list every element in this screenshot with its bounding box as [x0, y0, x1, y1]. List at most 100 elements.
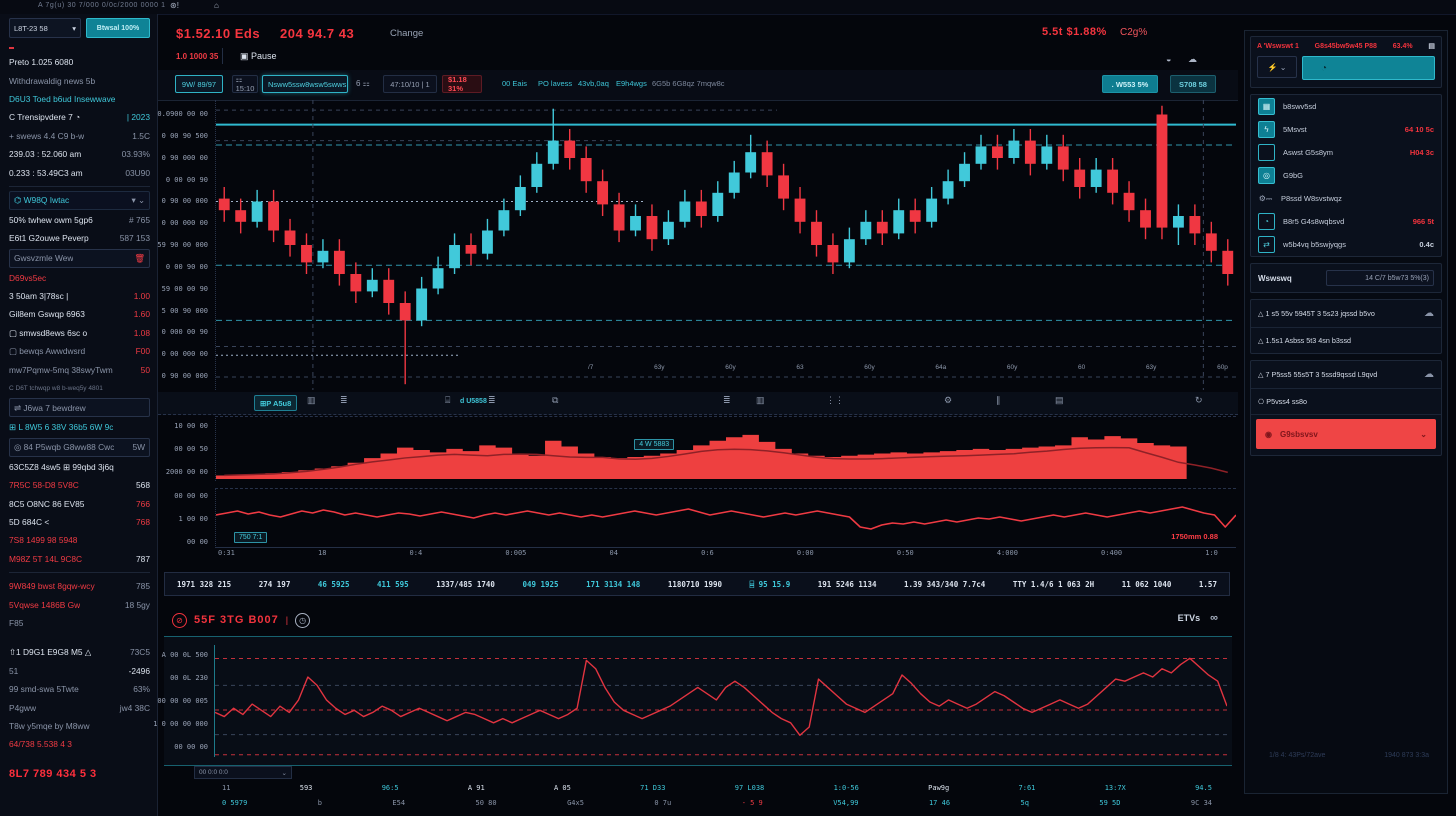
search-input[interactable]: Nsww5ssw8wsw5swws [262, 75, 348, 93]
toolbar-link-grey[interactable]: 6G5b 6G8qz 7mqw8c [652, 79, 725, 88]
bolt-dropdown-button[interactable]: ⚡ ⌄ [1257, 56, 1297, 78]
toolbar-icon-10[interactable]: ▤ [1055, 395, 1064, 406]
connection-status-dropdown[interactable]: ◉ G9sbsvsv ⌄ [1256, 419, 1436, 449]
clock-icon[interactable]: ◷ [295, 613, 310, 628]
sidebar-divider [9, 186, 150, 187]
range-button[interactable]: 47:10/10 | 1 [383, 75, 437, 93]
list-item-icon: ◎ [1258, 167, 1275, 184]
sidebar-row: 7R5C 58-D8 5V8C568 [9, 476, 150, 494]
footer-tick: 17 46 [929, 799, 950, 807]
indicator-badge[interactable]: ⊞P A5u8 [254, 395, 297, 411]
inline-tick: 63 [796, 364, 803, 371]
cloud-icon[interactable]: ☁ [1188, 54, 1197, 65]
watch-list-item[interactable]: Aswst G5s8ymH04 3c [1251, 141, 1441, 164]
toolbar-icon-11[interactable]: ↻ [1195, 395, 1203, 406]
sidebar-row-label: M98Z 5T 14L 9C8C [9, 554, 82, 564]
oscillator-title: 55F 3TG B007 [194, 614, 279, 626]
toolbar-link-3[interactable]: 43vb,0aq [578, 79, 609, 88]
strip-item: 274 197 [259, 580, 291, 589]
infinity-icon[interactable]: ∞ [1210, 612, 1218, 624]
toolbar-link-2[interactable]: PO lavess [538, 79, 572, 88]
sidebar-row-value: 1.00 [134, 291, 150, 301]
watch-list-item[interactable]: ▦b8swv5sd [1251, 95, 1441, 118]
sidebar-row-value: 787 [136, 554, 150, 564]
watch-list-item[interactable]: ϟ5Msvst64 10 5c [1251, 118, 1441, 141]
list-item-label: P8ssd W8svstwqz [1281, 194, 1342, 203]
indicator-label[interactable]: d U5858 [460, 398, 487, 405]
toolbar-icon-8[interactable]: ⚙ [944, 395, 952, 406]
pause-button[interactable]: ▣ Pause [240, 51, 277, 62]
interval-button[interactable]: ⚏ 15:10 [232, 75, 258, 93]
watch-list-item[interactable]: ⚙⎓ P8ssd W8svstwqz [1251, 187, 1441, 210]
error-row[interactable]: ⎔ P5vss4 ss8o [1251, 389, 1441, 415]
strip-item: 1180710 1990 [668, 580, 722, 589]
warning-input[interactable]: 14 C/7 b5w73 5%(3) [1326, 270, 1434, 286]
footer-range-select[interactable]: 00 0:0 0:0 ⌄ [194, 766, 292, 779]
time-axis-label: 1:0 [1205, 549, 1218, 557]
sell-button[interactable]: $1.18 31% [442, 75, 482, 93]
axis-label: 0 00 90 500 [162, 132, 208, 140]
toolbar-icon-7[interactable]: ⋮⋮ [826, 395, 844, 406]
toolbar-link-4[interactable]: E9h4wgs [616, 79, 647, 88]
sidebar-row[interactable]: ⇌ J6wa 7 bewdrew [9, 398, 150, 417]
time-axis-label: 0:4 [410, 549, 423, 557]
timeframe-button[interactable]: 9W/ 89/97 [175, 75, 223, 93]
footer-link-2[interactable]: 1940 873 3:3a [1384, 752, 1429, 759]
inline-tick: 60p [1217, 364, 1228, 371]
sidebar-row[interactable]: Gwsvzmle Wew🗑 [9, 249, 150, 268]
gear-alert-icon[interactable]: ⊛! [170, 1, 179, 10]
strip-item: ⌸ 95 15.9 [750, 580, 791, 589]
indicator-icons[interactable]: 6 ⚏ [356, 79, 370, 88]
watch-list-item[interactable]: ◔B8r5 G4s8wqbsvd966 5t [1251, 210, 1441, 233]
inline-tick: 60y [725, 364, 735, 371]
sidebar-row-label: 9W849 bwst 8gqw-wcy [9, 581, 95, 591]
watch-list-item[interactable]: ⇄w5b4vq b5swjyqgs0.4c [1251, 233, 1441, 256]
momentum-chart[interactable]: 750 7:1 1750mm 0.88 [215, 488, 1236, 548]
footer-link-1[interactable]: 1/8 4: 43Ps/72ave [1269, 752, 1325, 759]
symbol-select[interactable]: L8T-23 58 ▾ [9, 18, 81, 38]
preset-button[interactable]: Btwsal 100% [86, 18, 150, 38]
footer-tick: 593 [300, 784, 313, 792]
toolbar-icon-6[interactable]: ▥ [756, 395, 765, 406]
volume-chart[interactable]: 4 W 5883 [215, 416, 1236, 481]
sidebar-row[interactable]: ⌬ W98Q Iwtac▾ ⌄ [9, 191, 150, 210]
watch-list-item[interactable]: ◎G9bG [1251, 164, 1441, 187]
toolbar-icon-1[interactable]: ≣ [340, 395, 348, 406]
alert-item[interactable]: △ 7 P5ss5 55s5T 3 5ssd9qssd L9qvd ☁ [1251, 361, 1441, 389]
theme-icon[interactable]: ◒ [1166, 54, 1171, 64]
toolbar-icon-3[interactable]: ≣ [488, 395, 496, 406]
primary-action-button[interactable]: ◔ [1302, 56, 1435, 80]
sidebar-row-value: 768 [136, 517, 150, 527]
sidebar-row-value: 73C5 [130, 647, 150, 657]
list-item-label: B8r5 G4s8wqbsvd [1283, 217, 1344, 226]
toolbar-icon-2[interactable]: ⌸ [445, 395, 450, 406]
alert-connection-label: G8s45bw5w45 P88 [1315, 43, 1377, 50]
axis-label: 0 00 90 00 [166, 263, 208, 271]
candlestick-chart[interactable] [215, 100, 1236, 390]
list-item-icon: ϟ [1258, 121, 1275, 138]
secondary-button[interactable]: S708 58 [1170, 75, 1216, 93]
toolbar-icon-0[interactable]: ▥ [307, 395, 316, 406]
footer-tick: 11 [222, 784, 230, 792]
list-item-label: 5Msvst [1283, 125, 1307, 134]
home-icon[interactable]: ⌂ [214, 1, 219, 10]
oscillator-chart[interactable] [214, 645, 1227, 757]
menu-icon[interactable]: ▤ [1428, 42, 1435, 50]
toolbar-link-1[interactable]: 00 Eais [502, 79, 527, 88]
axis-label: 0 00 000 00 [162, 219, 208, 227]
sidebar-row[interactable]: ◎ 84 P5wqb G8ww88 Cwc5W [9, 438, 150, 457]
toolbar-icon-9[interactable]: ∥ [996, 395, 1001, 406]
toolbar-icon-4[interactable]: ⧉ [552, 395, 558, 406]
sidebar-row: 50% twhew owm 5gp6# 765 [9, 211, 150, 229]
cloud-icon: ☁ [1424, 369, 1434, 380]
list-item-icon: ⚙⎓ [1258, 191, 1273, 206]
buy-button[interactable]: . W553 5% [1102, 75, 1158, 93]
list-item-label: w5b4vq b5swjyqgs [1283, 240, 1346, 249]
alert-item[interactable]: △ 1 s5 55v 5945T 3 5s23 jqssd b5vo ☁ [1251, 300, 1441, 328]
axis-label: 00 00 00 [174, 492, 208, 500]
warning-label: Wswswq [1258, 274, 1292, 283]
alert-item[interactable]: △ 1.5s1 Asbss 5t3 4sn b3ssd [1251, 328, 1441, 353]
toolbar-icon-5[interactable]: ≣ [723, 395, 731, 406]
sidebar-row-label: 239.03 : 52.060 am [9, 149, 81, 159]
pause-label: Pause [251, 51, 277, 61]
